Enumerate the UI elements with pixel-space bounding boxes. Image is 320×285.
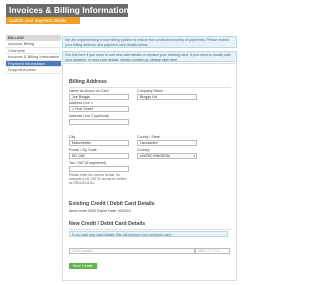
billing-address-heading: Billing Address (69, 79, 107, 85)
sidebar: BILLING Account Billing Channels Invoice… (6, 35, 61, 75)
name-field[interactable]: Joe Bloggs (69, 94, 129, 100)
tax-label: Tax / VAT (if registered) (69, 161, 107, 165)
county-field[interactable]: Lancashire (137, 140, 197, 146)
address-line-1-label: Address Line 1 (69, 101, 93, 105)
click-here-link[interactable]: please click here (150, 58, 177, 61)
sidebar-item-support-access[interactable]: Support Access (6, 67, 61, 74)
address-line-2-label: Address Line 2 (optional) (69, 114, 109, 118)
country-select[interactable]: UNITED KINGDOM ▾ (137, 153, 197, 159)
chevron-down-icon: ▾ (193, 154, 195, 158)
company-field[interactable]: Bloggs Ltd (137, 94, 197, 100)
country-label: Country (137, 148, 150, 152)
new-card-heading: New Credit / Debit Card Details (69, 221, 146, 227)
card-expiry-cvc-field[interactable]: MM / YY CVC (195, 248, 230, 254)
divider (69, 87, 231, 88)
postal-code-label: Postal / Zip Code (69, 148, 97, 152)
tax-help-text: Please enter the correct format, for exa… (69, 173, 127, 185)
county-label: County / State (137, 135, 160, 139)
existing-card-details: Amex ends 0003 Expire Date: 09/2024 (69, 209, 131, 213)
divider (69, 229, 231, 230)
city-label: City (69, 135, 76, 139)
sidebar-item-payment-information[interactable]: Payment Information (6, 60, 61, 68)
new-card-notice: If you add new card details this will re… (69, 231, 228, 237)
card-number-field[interactable]: Card number (69, 248, 195, 254)
page-title: Invoices & Billing Information (6, 4, 128, 17)
postal-code-field[interactable]: M1 1AB (69, 153, 129, 159)
sidebar-item-channels[interactable]: Channels (6, 48, 61, 55)
info-notice-text: Our link here if you want to add new car… (65, 53, 231, 62)
tax-field[interactable] (69, 166, 129, 172)
info-notice-bottom: Our link here if you want to add new car… (62, 51, 237, 62)
sidebar-item-account-billing[interactable]: Account Billing (6, 41, 61, 48)
city-field[interactable]: Manchester (69, 140, 129, 146)
save-details-button[interactable]: Save Details (69, 263, 97, 269)
page-subtitle: Update your payment details (6, 17, 80, 24)
company-label: Company Name (137, 89, 163, 93)
info-notice-top: We are implementing a new billing system… (62, 36, 237, 48)
existing-card-heading: Existing Credit / Debit Card Details (69, 201, 155, 207)
sidebar-item-invoices[interactable]: Invoices & Billing Information (6, 54, 61, 61)
country-value: UNITED KINGDOM (140, 154, 170, 158)
name-label: Name as shown on Card (69, 89, 109, 93)
address-line-2-field[interactable] (69, 119, 129, 125)
address-line-1-field[interactable]: 1 Fruit Street (69, 106, 129, 112)
